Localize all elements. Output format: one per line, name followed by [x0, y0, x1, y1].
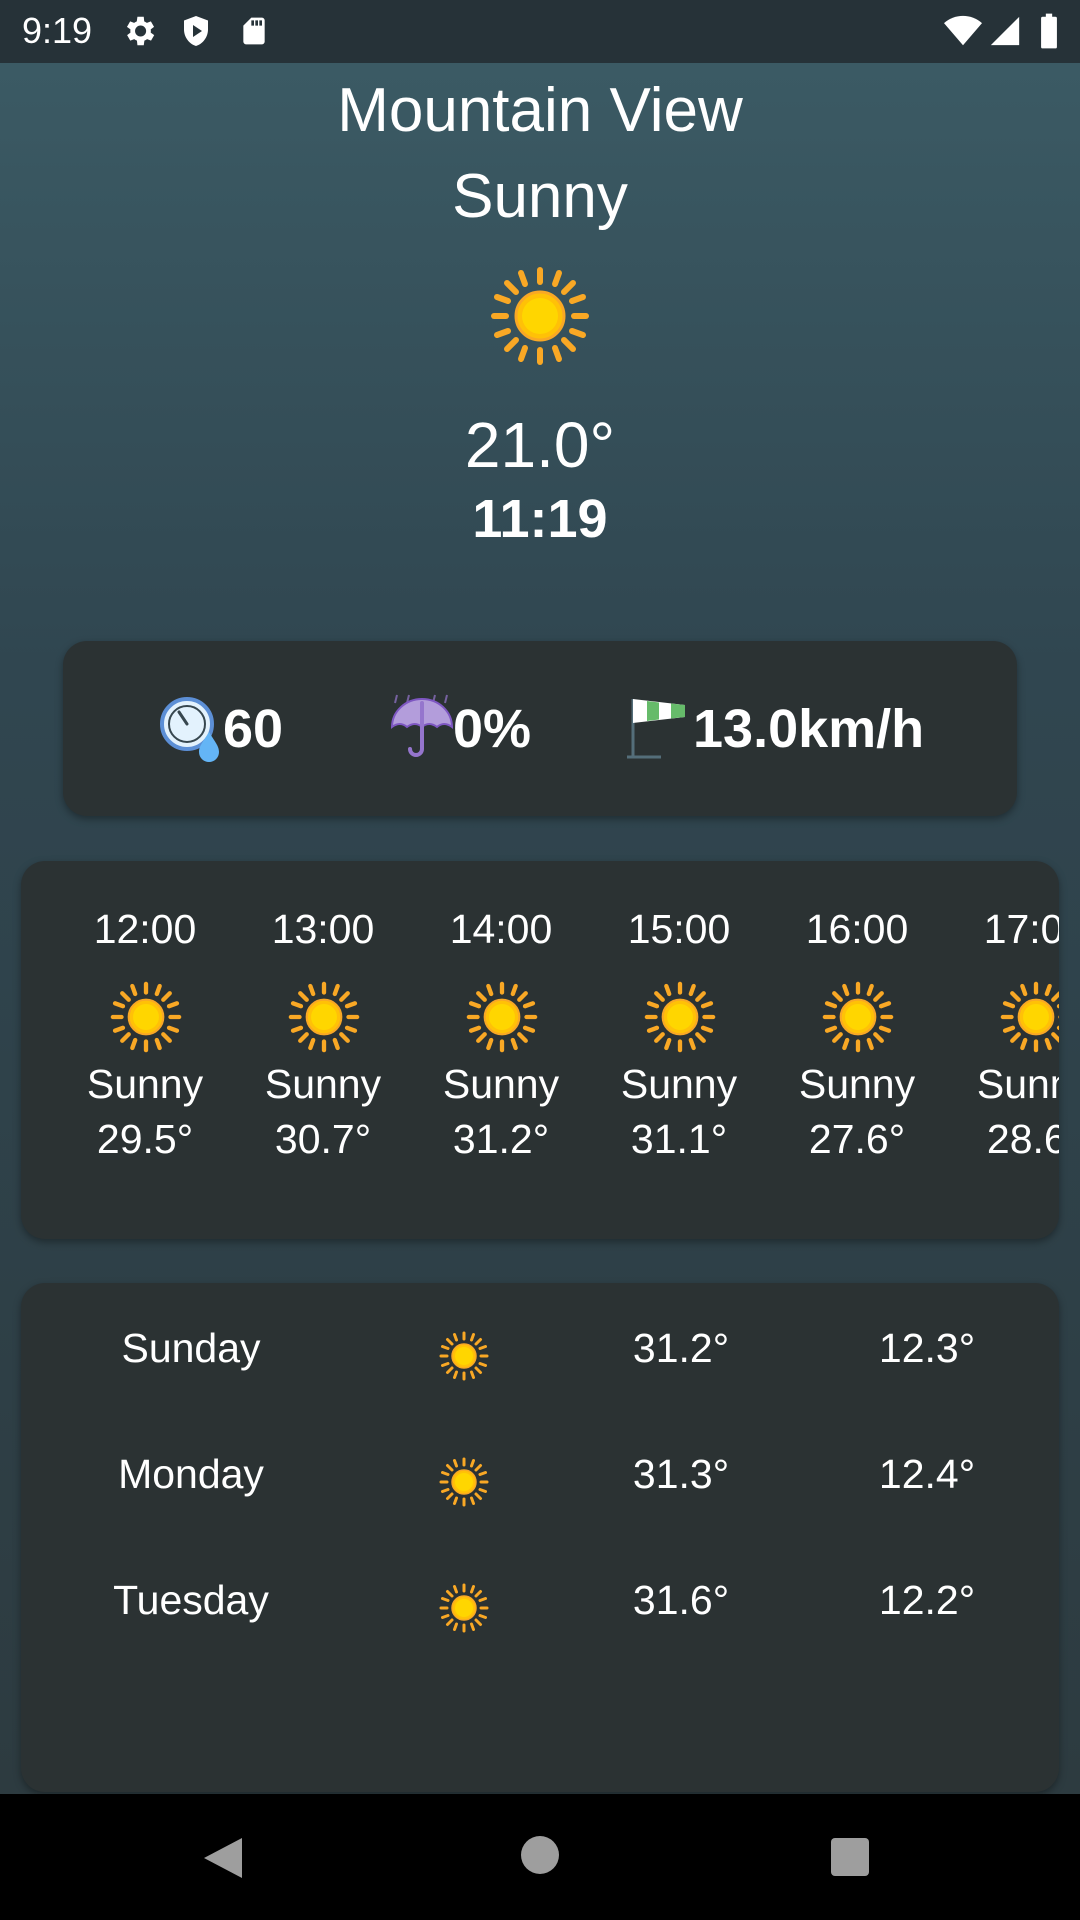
- stats-card: 60 0% 13.0km/h: [63, 641, 1017, 816]
- hourly-condition: Sunny: [264, 1061, 382, 1107]
- wifi-icon: [943, 12, 983, 55]
- day-name: Monday: [118, 1451, 264, 1497]
- status-time: 9:19: [22, 10, 93, 51]
- city-name: Mountain View: [337, 76, 743, 145]
- daily-row: Sunday 31.2° 12.3°: [21, 1305, 1059, 1405]
- sun-icon: [490, 266, 590, 371]
- day-max-temp: 31.3°: [632, 1451, 730, 1497]
- sun-icon: [644, 981, 716, 1058]
- sun-icon: [110, 981, 182, 1058]
- home-icon[interactable]: [519, 1834, 561, 1881]
- current-temperature: 21.0°: [464, 409, 616, 481]
- sun-icon: [439, 1583, 489, 1638]
- hourly-temperature: 31.1°: [630, 1116, 728, 1162]
- hourly-item: 12:00 Sunny 29.5°: [56, 861, 234, 1239]
- sun-icon: [466, 981, 538, 1058]
- windsock-icon: [627, 691, 693, 766]
- humidity-value: 60: [223, 699, 284, 759]
- weather-app: Mountain View Sunny 21.0° 11:19 60 0% 13…: [0, 63, 1080, 1794]
- precipitation-value: 0%: [453, 699, 532, 759]
- current-condition: Sunny: [452, 162, 628, 231]
- hourly-forecast[interactable]: 12:00 Sunny 29.5° 13:00 Sunny 30.7° 14:0…: [21, 861, 1059, 1239]
- hourly-time: 14:00: [449, 906, 553, 952]
- hourly-temperature: 30.7°: [274, 1116, 372, 1162]
- hourly-temperature: 28.6°: [986, 1116, 1059, 1162]
- hourly-time: 17:00: [983, 906, 1059, 952]
- hourly-temperature: 27.6°: [808, 1116, 906, 1162]
- recents-icon[interactable]: [829, 1836, 871, 1883]
- sun-icon: [288, 981, 360, 1058]
- hourly-item: 14:00 Sunny 31.2°: [412, 861, 590, 1239]
- umbrella-icon: [389, 693, 455, 764]
- day-min-temp: 12.2°: [878, 1577, 976, 1623]
- hourly-item: 17:00 Sunny 28.6°: [946, 861, 1059, 1239]
- day-name: Sunday: [121, 1325, 261, 1371]
- current-time: 11:19: [472, 489, 608, 549]
- sun-icon: [822, 981, 894, 1058]
- hourly-condition: Sunny: [620, 1061, 738, 1107]
- hourly-time: 16:00: [805, 906, 909, 952]
- humidity-gauge-icon: [159, 696, 221, 767]
- status-bar: 9:19: [0, 0, 1080, 63]
- day-max-temp: 31.2°: [632, 1325, 730, 1371]
- wind-value: 13.0km/h: [693, 699, 925, 759]
- day-name: Tuesday: [113, 1577, 269, 1623]
- gear-icon: [120, 12, 158, 55]
- hourly-time: 12:00: [93, 906, 197, 952]
- sd-card-icon: [238, 12, 270, 55]
- hourly-item: 16:00 Sunny 27.6°: [768, 861, 946, 1239]
- hourly-time: 13:00: [271, 906, 375, 952]
- hourly-item: 13:00 Sunny 30.7°: [234, 861, 412, 1239]
- hourly-condition: Sunny: [976, 1061, 1059, 1107]
- hourly-condition: Sunny: [798, 1061, 916, 1107]
- daily-row: Monday 31.3° 12.4°: [21, 1431, 1059, 1531]
- day-min-temp: 12.4°: [878, 1451, 976, 1497]
- day-max-temp: 31.6°: [632, 1577, 730, 1623]
- hourly-condition: Sunny: [442, 1061, 560, 1107]
- day-min-temp: 12.3°: [878, 1325, 976, 1371]
- hourly-temperature: 29.5°: [96, 1116, 194, 1162]
- sun-icon: [1000, 981, 1059, 1058]
- hourly-time: 15:00: [627, 906, 731, 952]
- sun-icon: [439, 1457, 489, 1512]
- hourly-condition: Sunny: [86, 1061, 204, 1107]
- hourly-temperature: 31.2°: [452, 1116, 550, 1162]
- daily-row: Tuesday 31.6° 12.2°: [21, 1557, 1059, 1657]
- battery-icon: [1038, 12, 1060, 55]
- signal-icon: [988, 12, 1022, 55]
- shield-icon: [178, 12, 214, 55]
- sun-icon: [439, 1331, 489, 1386]
- daily-forecast: Sunday 31.2° 12.3° Monday 31.3° 12.4° Tu…: [21, 1283, 1059, 1792]
- back-icon[interactable]: [200, 1834, 246, 1887]
- navigation-bar: [0, 1794, 1080, 1920]
- hourly-item: 15:00 Sunny 31.1°: [590, 861, 768, 1239]
